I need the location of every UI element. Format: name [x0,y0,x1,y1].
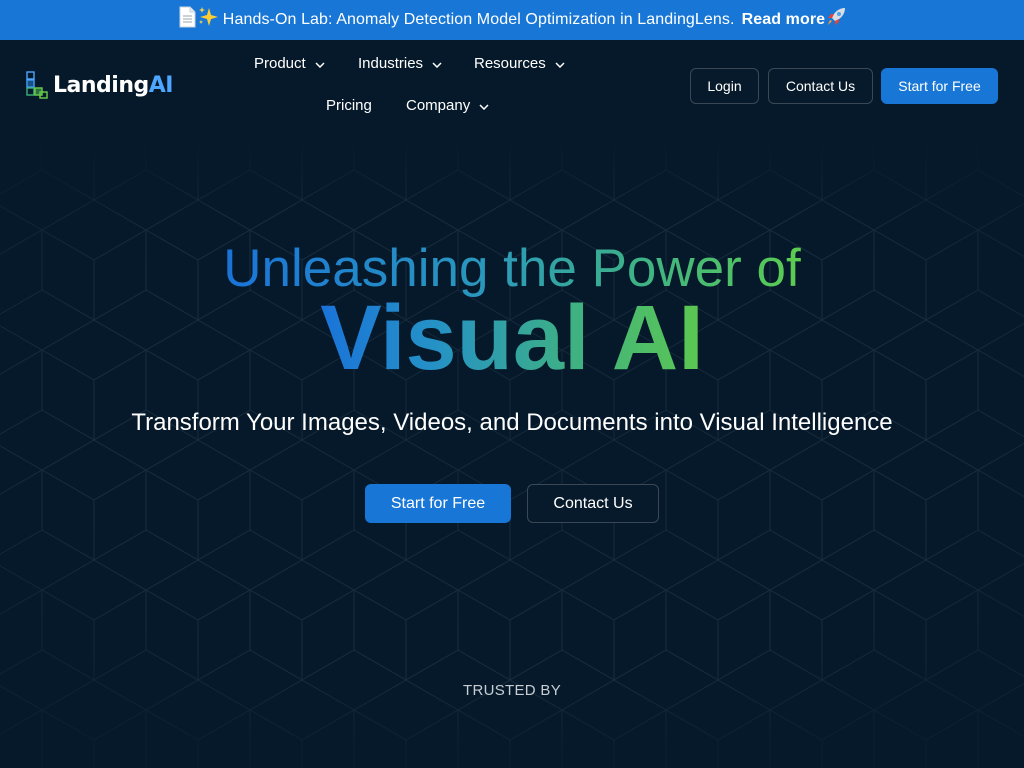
nav-pricing[interactable]: Pricing [326,97,372,114]
hero-subheadline: Transform Your Images, Videos, and Docum… [131,409,893,436]
login-button-label: Login [707,78,742,94]
chevron-down-icon [479,97,489,114]
document-icon [177,6,197,28]
sparkles-icon [197,6,219,28]
hex-pattern-background [0,140,1024,768]
logo-mark-icon [26,71,48,99]
nav-product-label: Product [254,55,306,72]
start-for-free-button-label: Start for Free [898,78,981,94]
nav-company[interactable]: Company [406,97,489,114]
logo-wordmark: LandingAI [53,73,173,98]
announcement-bar[interactable]: Hands-On Lab: Anomaly Detection Model Op… [0,0,1024,40]
landingai-logo[interactable]: LandingAI [25,70,173,100]
start-for-free-button[interactable]: Start for Free [881,68,998,104]
contact-us-button-label: Contact Us [785,78,856,94]
logo-text-main: Landing [53,72,149,98]
hero-section: Unleashing the Power of Visual AI Transf… [0,140,1024,768]
trusted-by-label: TRUSTED BY [462,682,561,699]
logo-text-accent: AI [148,72,174,98]
announcement-text: Hands-On Lab: Anomaly Detection Model Op… [222,11,735,28]
read-more-link[interactable]: Read more [742,11,826,29]
rocket-icon [825,6,847,28]
nav-industries-label: Industries [358,55,424,72]
hero-headline-line2-text: Visual AI [320,287,704,389]
hero-contact-us-label: Contact Us [553,494,633,512]
nav-industries[interactable]: Industries [358,55,442,72]
hero-contact-us-button[interactable]: Contact Us [527,484,659,523]
contact-us-button[interactable]: Contact Us [768,68,873,104]
site-header: LandingAI Product Industries Resources P… [0,40,1024,140]
hero-start-for-free-label: Start for Free [390,494,486,512]
nav-company-label: Company [406,97,471,114]
nav-resources-label: Resources [474,55,546,72]
chevron-down-icon [432,55,442,72]
hero-start-for-free-button[interactable]: Start for Free [365,484,511,523]
hero-headline-line2: Visual AI [0,288,1024,388]
login-button[interactable]: Login [690,68,759,104]
nav-resources[interactable]: Resources [474,55,565,72]
chevron-down-icon [555,55,565,72]
nav-pricing-label: Pricing [326,97,372,114]
chevron-down-icon [315,55,325,72]
nav-product[interactable]: Product [254,55,325,72]
